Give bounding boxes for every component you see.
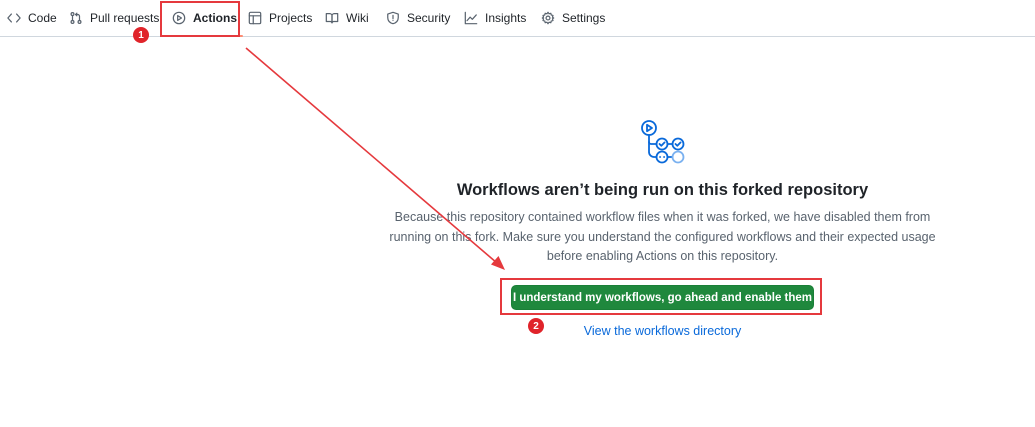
tab-label: Insights bbox=[485, 11, 527, 25]
graph-icon bbox=[464, 11, 478, 25]
tab-security[interactable]: Security bbox=[386, 0, 450, 36]
book-icon bbox=[325, 13, 339, 24]
tab-label: Projects bbox=[269, 11, 313, 25]
repo-tab-bar: Code Pull requests Actions Projects Wiki… bbox=[0, 0, 1035, 37]
tab-code[interactable]: Code bbox=[7, 0, 57, 36]
enable-workflows-button[interactable]: I understand my workflows, go ahead and … bbox=[511, 285, 814, 310]
code-icon bbox=[7, 13, 21, 23]
pull-request-icon bbox=[70, 12, 82, 24]
shield-icon bbox=[387, 11, 399, 25]
gear-icon bbox=[541, 11, 555, 25]
tab-insights[interactable]: Insights bbox=[464, 0, 526, 36]
actions-page: Code Pull requests Actions Projects Wiki… bbox=[0, 0, 1035, 427]
tab-label: Settings bbox=[562, 11, 606, 25]
tab-label: Wiki bbox=[346, 11, 369, 25]
workflows-directory-link[interactable]: View the workflows directory bbox=[542, 324, 783, 338]
tab-label: Code bbox=[28, 11, 57, 25]
blankslate-description: Because this repository contained workfl… bbox=[389, 210, 936, 263]
actions-tab-highlight bbox=[160, 1, 240, 37]
tab-wiki[interactable]: Wiki bbox=[325, 0, 369, 36]
tab-label: Security bbox=[407, 11, 451, 25]
workflow-icon bbox=[641, 120, 685, 164]
tab-label: Pull requests bbox=[90, 11, 160, 25]
tab-projects[interactable]: Projects bbox=[248, 0, 312, 36]
step-badge-1: 1 bbox=[133, 27, 149, 43]
table-icon bbox=[248, 11, 262, 25]
tab-settings[interactable]: Settings bbox=[541, 0, 605, 36]
blankslate-title: Workflows aren’t being run on this forke… bbox=[456, 181, 869, 199]
